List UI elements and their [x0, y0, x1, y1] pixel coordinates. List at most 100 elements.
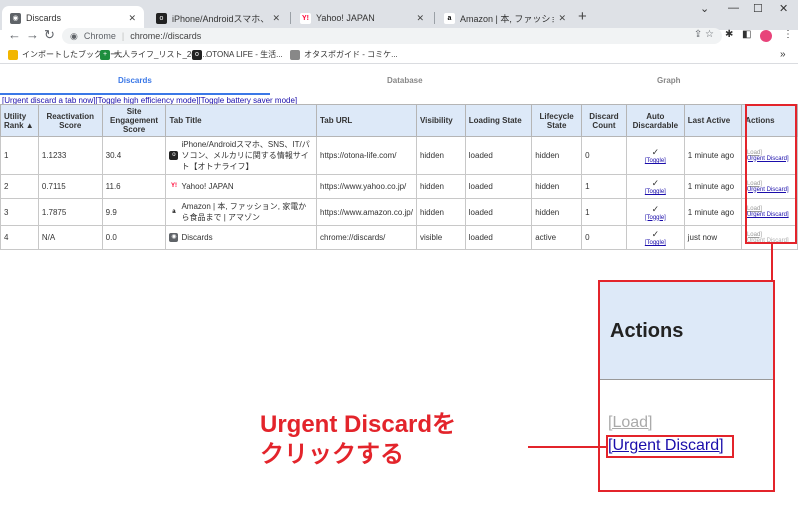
new-tab-icon[interactable]: +: [578, 8, 587, 25]
bookmark-item[interactable]: + 大人ライフ_リスト_202...: [100, 49, 207, 60]
minimize-icon[interactable]: —: [728, 2, 739, 14]
browser-tab-otona[interactable]: o iPhone/Androidスマホ、SNS、IT/パ ✕: [148, 6, 288, 30]
window-close-icon[interactable]: ✕: [779, 2, 788, 15]
tab-url: https://www.amazon.co.jp/: [316, 198, 417, 226]
check-icon: ✓: [651, 229, 660, 239]
column-header[interactable]: Reactivation Score: [37, 104, 103, 137]
extensions-icon[interactable]: ✱: [725, 29, 733, 40]
toggle-link[interactable]: [Toggle]: [630, 215, 681, 221]
reload-icon[interactable]: ↻: [44, 27, 55, 43]
tab-discards[interactable]: Discards: [118, 76, 152, 85]
last-active: 1 minute ago: [683, 198, 743, 226]
more-bookmarks-icon[interactable]: »: [780, 49, 786, 60]
toggle-link[interactable]: [Toggle]: [630, 189, 681, 195]
tab-title-cell: o iPhone/Androidスマホ、SNS、IT/パソコン、メルカリに関する情…: [165, 136, 318, 175]
share-icon[interactable]: ⇪ ☆: [694, 29, 714, 40]
column-header[interactable]: Discard Count: [581, 104, 627, 137]
engagement-score: 11.6: [101, 174, 167, 199]
table-row: 2 0.7115 11.6 Y! Yahoo! JAPAN https://www…: [0, 174, 798, 199]
column-header[interactable]: Tab URL: [316, 104, 417, 137]
folder-icon: [8, 49, 18, 60]
url-text[interactable]: chrome://discards: [130, 31, 201, 41]
last-active: just now: [683, 225, 743, 250]
tab-url: https://www.yahoo.co.jp/: [316, 174, 417, 199]
column-header[interactable]: Visibility: [415, 104, 466, 137]
close-icon[interactable]: ✕: [416, 13, 424, 24]
loading-state: loaded: [464, 174, 533, 199]
auto-discardable: ✓ [Toggle]: [625, 198, 685, 226]
chrome-icon: ◉: [169, 233, 179, 242]
zoom-actions-title: Actions: [610, 320, 684, 342]
loading-state: loaded: [464, 198, 533, 226]
column-header[interactable]: Loading State: [464, 104, 533, 137]
visibility: hidden: [415, 174, 466, 199]
avatar[interactable]: [760, 30, 772, 42]
actions-column-highlight: [745, 104, 797, 244]
column-header[interactable]: Utility Rank ▲: [0, 104, 39, 137]
close-icon[interactable]: ✕: [272, 13, 280, 24]
maximize-icon[interactable]: ☐: [753, 2, 763, 15]
browser-tab-discards[interactable]: ◉ Discards ✕: [2, 6, 144, 30]
menu-icon[interactable]: ⋮: [783, 29, 793, 40]
table-row: 3 1.7875 9.9 a Amazon | 本, ファッション, 家電から食品…: [0, 198, 798, 226]
tab-separator: [434, 12, 435, 24]
utility-rank: 2: [0, 174, 39, 199]
tab-title-cell: a Amazon | 本, ファッション, 家電から食品まで | アマゾン: [165, 198, 318, 226]
loading-state: loaded: [464, 225, 533, 250]
instruction-line-2: クリックする: [260, 441, 404, 468]
forward-icon[interactable]: →: [26, 27, 39, 42]
tab-graph[interactable]: Graph: [657, 76, 681, 85]
callout-connector-horizontal: [528, 446, 608, 448]
visibility: hidden: [415, 198, 466, 226]
bookmark-label: オタスポガイド - コミケ...: [304, 50, 398, 59]
lifecycle-state: active: [531, 225, 583, 250]
column-header[interactable]: Site Engagement Score: [101, 104, 167, 137]
column-header[interactable]: Last Active: [683, 104, 743, 137]
side-panel-icon[interactable]: ◧: [742, 29, 751, 40]
toggle-link[interactable]: [Toggle]: [630, 240, 681, 246]
actions-zoom-callout: Actions [Load] [Urgent Discard]: [598, 280, 775, 492]
reactivation-score: 0.7115: [37, 174, 103, 199]
amazon-icon: a: [172, 208, 176, 215]
loading-state: loaded: [464, 136, 533, 175]
otona-icon: o: [192, 49, 202, 60]
back-icon[interactable]: ←: [8, 27, 21, 42]
address-bar[interactable]: ◉ Chrome | chrome://discards ⇪ ☆: [62, 28, 722, 44]
bookmark-item[interactable]: オタスポガイド - コミケ...: [290, 49, 398, 60]
visibility: hidden: [415, 136, 466, 175]
tab-title: iPhone/Androidスマホ、SNS、IT/パ: [172, 13, 269, 24]
zoom-load-link[interactable]: [Load]: [608, 414, 652, 432]
instruction-line-1: Urgent Discardを: [260, 411, 457, 438]
discard-count: 0: [581, 225, 627, 250]
engagement-score: 9.9: [101, 198, 167, 226]
lifecycle-state: hidden: [531, 136, 583, 175]
chevron-down-icon[interactable]: ⌄: [700, 2, 709, 15]
close-icon[interactable]: ✕: [128, 13, 136, 24]
column-header[interactable]: Tab Title: [165, 104, 318, 137]
close-icon[interactable]: ✕: [558, 13, 566, 24]
zoom-header: Actions: [600, 282, 773, 380]
chrome-icon: ◉: [70, 30, 78, 41]
table-row: 4 N/A 0.0 ◉ Discards chrome://discards/ v…: [0, 225, 798, 250]
instruction-note: Urgent Discardを クリックする: [260, 410, 456, 470]
tab-url: chrome://discards/: [316, 225, 417, 250]
visibility: visible: [415, 225, 466, 250]
discard-count: 0: [581, 136, 627, 175]
sheets-icon: +: [100, 49, 110, 60]
table-header-row: Utility Rank ▲ Reactivation Score Site E…: [0, 104, 798, 137]
tab-title: Amazon | 本, ファッション, 家電から食品まで | アマゾン: [181, 202, 307, 222]
column-header[interactable]: Lifecycle State: [531, 104, 583, 137]
column-header[interactable]: Auto Discardable: [625, 104, 685, 137]
table-row: 1 1.1233 30.4 o iPhone/Androidスマホ、SNS、IT/…: [0, 136, 798, 175]
reactivation-score: N/A: [37, 225, 103, 250]
bookmark-icon: [290, 49, 300, 60]
page-tabs: Discards Database Graph: [0, 74, 798, 94]
toggle-link[interactable]: [Toggle]: [630, 158, 681, 164]
bookmark-item[interactable]: o OTONA LIFE - 生活...: [192, 49, 283, 60]
last-active: 1 minute ago: [683, 174, 743, 199]
browser-tab-yahoo[interactable]: Y! Yahoo! JAPAN ✕: [292, 6, 432, 30]
browser-tab-amazon[interactable]: a Amazon | 本, ファッション, 家電から食 ✕: [436, 6, 574, 30]
otona-icon: o: [156, 12, 167, 24]
tab-database[interactable]: Database: [387, 76, 423, 85]
url-label: Chrome: [83, 31, 116, 41]
